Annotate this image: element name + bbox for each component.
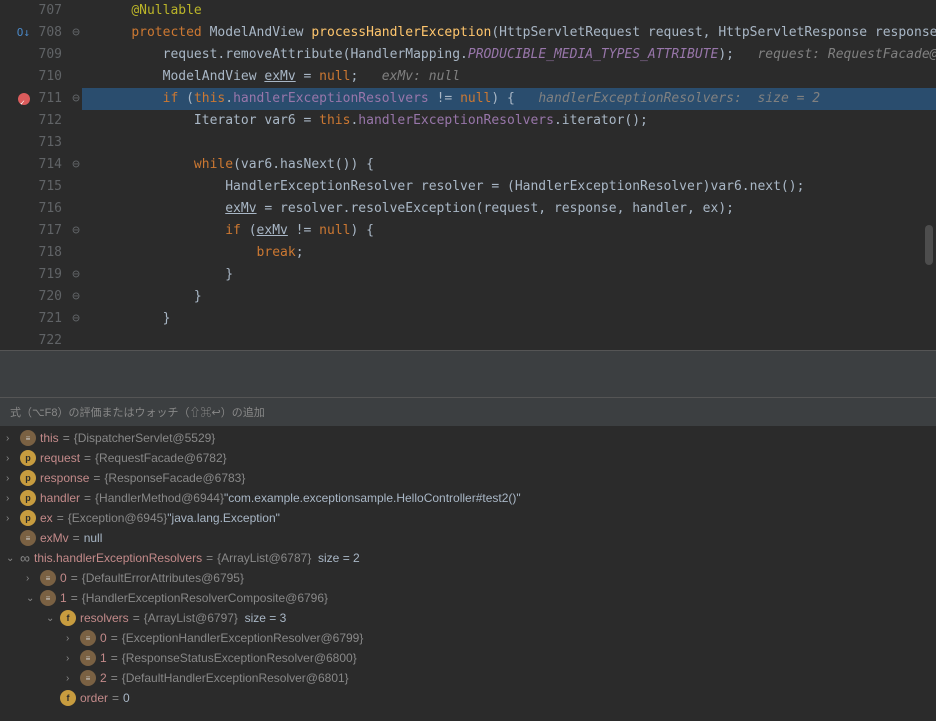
variable-row[interactable]: › ≡ 1={ResponseStatusExceptionResolver@6… xyxy=(0,648,936,668)
code-line[interactable]: 718 break; xyxy=(0,242,936,264)
variable-row[interactable]: › p response={ResponseFacade@6783} xyxy=(0,468,936,488)
code-line[interactable]: 716 exMv = resolver.resolveException(req… xyxy=(0,198,936,220)
code-line[interactable]: O↓708 ⊖ protected ModelAndView processHa… xyxy=(0,22,936,44)
code-line[interactable]: 719 ⊖ } xyxy=(0,264,936,286)
breakpoint-icon[interactable] xyxy=(18,93,30,105)
variable-row[interactable]: ⌄ ∞ this.handlerExceptionResolvers={Arra… xyxy=(0,548,936,568)
collapse-icon[interactable]: ⌄ xyxy=(46,613,60,624)
watches-input[interactable]: 式（⌥F8）の評価またはウォッチ（⇧⌘↩）の追加 xyxy=(0,398,936,426)
expand-icon[interactable]: › xyxy=(26,573,40,584)
pane-separator[interactable] xyxy=(0,350,936,398)
override-icon[interactable]: O↓ xyxy=(17,22,30,44)
editor-pane[interactable]: 707 @Nullable O↓708 ⊖ protected ModelAnd… xyxy=(0,0,936,350)
expand-icon[interactable]: › xyxy=(6,453,20,464)
expand-icon[interactable]: › xyxy=(6,513,20,524)
element-icon: ≡ xyxy=(80,670,96,686)
param-icon: p xyxy=(20,470,36,486)
expand-icon[interactable]: › xyxy=(6,493,20,504)
fold-icon[interactable]: ⊖ xyxy=(70,286,82,308)
variable-row[interactable]: › ≡ 0={DefaultErrorAttributes@6795} xyxy=(0,568,936,588)
expand-icon[interactable]: › xyxy=(66,633,80,644)
fold-icon[interactable]: ⊖ xyxy=(70,220,82,242)
element-icon: ≡ xyxy=(80,650,96,666)
fold-icon[interactable]: ⊖ xyxy=(70,264,82,286)
code-line[interactable]: 710 ModelAndView exMv = null; exMv: null xyxy=(0,66,936,88)
fold-icon[interactable]: ⊖ xyxy=(70,154,82,176)
variable-row[interactable]: › p request={RequestFacade@6782} xyxy=(0,448,936,468)
code-line[interactable]: 721 ⊖ } xyxy=(0,308,936,330)
variable-row[interactable]: › p handler={HandlerMethod@6944} "com.ex… xyxy=(0,488,936,508)
variable-row[interactable]: ⌄ f resolvers={ArrayList@6797} size = 3 xyxy=(0,608,936,628)
field-icon: f xyxy=(60,690,76,706)
variable-row[interactable]: › ≡ this={DispatcherServlet@5529} xyxy=(0,428,936,448)
expand-icon[interactable]: › xyxy=(66,653,80,664)
element-icon: ≡ xyxy=(20,530,36,546)
code-line[interactable]: 709 request.removeAttribute(HandlerMappi… xyxy=(0,44,936,66)
fold-icon[interactable]: ⊖ xyxy=(70,308,82,330)
element-icon: ≡ xyxy=(20,430,36,446)
variable-row[interactable]: ⌄ ≡ 1={HandlerExceptionResolverComposite… xyxy=(0,588,936,608)
field-icon: f xyxy=(60,610,76,626)
variable-row[interactable]: › p ex={Exception@6945} "java.lang.Excep… xyxy=(0,508,936,528)
variables-pane[interactable]: › ≡ this={DispatcherServlet@5529} › p re… xyxy=(0,426,936,708)
param-icon: p xyxy=(20,450,36,466)
element-icon: ≡ xyxy=(40,590,56,606)
vertical-scrollbar-thumb[interactable] xyxy=(925,225,933,265)
variable-row[interactable]: › ≡ 0={ExceptionHandlerExceptionResolver… xyxy=(0,628,936,648)
code-line[interactable]: 707 @Nullable xyxy=(0,0,936,22)
variable-row[interactable]: › ≡ 2={DefaultHandlerExceptionResolver@6… xyxy=(0,668,936,688)
variable-row[interactable]: ≡ exMv=null xyxy=(0,528,936,548)
watch-icon: ∞ xyxy=(20,550,30,566)
expand-icon[interactable]: › xyxy=(6,433,20,444)
collapse-icon[interactable]: ⌄ xyxy=(6,553,20,564)
line-number: 707 xyxy=(34,0,62,22)
variable-row[interactable]: f order=0 xyxy=(0,688,936,708)
code-line[interactable]: 722 xyxy=(0,330,936,350)
code-line[interactable]: 720 ⊖ } xyxy=(0,286,936,308)
code-line[interactable]: 712 Iterator var6 = this.handlerExceptio… xyxy=(0,110,936,132)
expand-icon[interactable]: › xyxy=(6,473,20,484)
code-line[interactable]: 713 xyxy=(0,132,936,154)
code-line[interactable]: 714 ⊖ while(var6.hasNext()) { xyxy=(0,154,936,176)
code-line[interactable]: 717 ⊖ if (exMv != null) { xyxy=(0,220,936,242)
param-icon: p xyxy=(20,510,36,526)
element-icon: ≡ xyxy=(40,570,56,586)
code-line[interactable]: 715 HandlerExceptionResolver resolver = … xyxy=(0,176,936,198)
element-icon: ≡ xyxy=(80,630,96,646)
fold-icon[interactable]: ⊖ xyxy=(70,22,82,44)
param-icon: p xyxy=(20,490,36,506)
expand-icon[interactable]: › xyxy=(66,673,80,684)
code-line-current[interactable]: 711 ⊖ if (this.handlerExceptionResolvers… xyxy=(0,88,936,110)
fold-icon[interactable]: ⊖ xyxy=(70,88,82,110)
collapse-icon[interactable]: ⌄ xyxy=(26,593,40,604)
